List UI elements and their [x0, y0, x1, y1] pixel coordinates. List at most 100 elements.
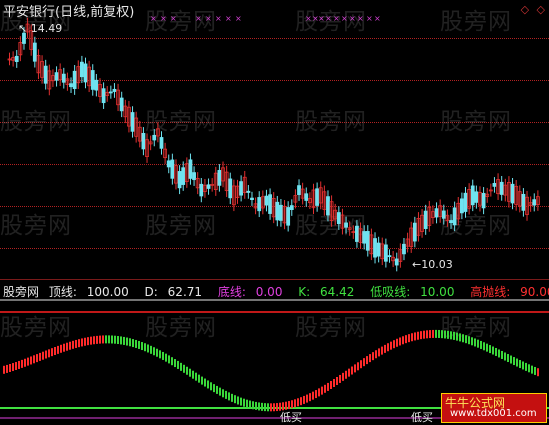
candle-body	[177, 171, 182, 189]
candle-body	[112, 88, 117, 92]
candle-body	[152, 134, 157, 141]
candle-body	[166, 160, 171, 168]
signal-marker: ×	[160, 14, 167, 23]
candle-body	[268, 194, 272, 214]
site-logo: 牛牛公式网 www.tdx001.com	[441, 393, 547, 423]
candle-body	[423, 210, 428, 229]
candle-body	[499, 181, 504, 195]
candle-body	[434, 208, 439, 218]
price-and-indicator-chart[interactable]: × × × × × × × × × × × × × × × × × ×	[0, 0, 549, 425]
signal-marker: ×	[366, 14, 373, 23]
candle-body	[474, 191, 479, 203]
candle-body	[304, 193, 309, 201]
candle-body	[257, 197, 262, 212]
candle-body	[452, 207, 457, 226]
candle-body	[130, 112, 135, 132]
candle-body	[61, 73, 66, 83]
signal-marker: ×	[195, 14, 202, 23]
signal-marker: ×	[333, 14, 340, 23]
candle-body	[297, 185, 301, 196]
signal-marker: ×	[374, 14, 381, 23]
candle-body	[449, 220, 453, 224]
signal-label: 低买	[411, 411, 433, 424]
candle-body	[326, 196, 330, 216]
candle-body	[250, 197, 254, 201]
indicator-name: 股旁网	[3, 285, 40, 299]
candle-body	[373, 238, 377, 258]
candle-body	[170, 159, 175, 179]
candle-body	[72, 70, 77, 89]
signal-marker: ×	[205, 14, 212, 23]
candle-body	[387, 255, 392, 258]
candle-body	[141, 132, 146, 150]
candle-body	[32, 42, 37, 62]
candle-body	[355, 225, 359, 242]
bottom-line-value: 底线: 0.00	[217, 285, 283, 299]
candle-body	[412, 222, 417, 242]
candle-body	[365, 231, 370, 251]
signal-marker: ×	[225, 14, 232, 23]
candle-body	[286, 207, 291, 226]
candle-body	[279, 204, 283, 221]
candle-body	[108, 91, 113, 94]
candle-body	[119, 97, 124, 112]
candle-body	[315, 188, 320, 206]
candle-body	[228, 178, 233, 199]
candle-body	[510, 183, 515, 204]
signal-marker: ×	[305, 14, 312, 23]
candle-body	[94, 79, 99, 91]
candle-body	[289, 205, 294, 211]
signal-marker: ×	[318, 14, 325, 23]
candle-body	[521, 193, 526, 211]
candle-body	[83, 63, 88, 83]
candle-body	[470, 185, 475, 206]
candle-body	[264, 195, 269, 206]
signal-marker: ×	[341, 14, 348, 23]
k-value: K: 64.42	[298, 285, 355, 299]
low-price-label: ←10.03	[412, 258, 453, 271]
signal-label: 低买	[280, 411, 302, 424]
candle-body	[188, 159, 193, 179]
candle-body	[532, 199, 537, 206]
candle-body	[69, 83, 73, 88]
candle-body	[159, 137, 164, 149]
candle-body	[14, 55, 19, 62]
candle-body	[383, 244, 388, 262]
candle-body	[394, 258, 399, 266]
candle-body	[402, 243, 406, 255]
candle-body	[492, 182, 497, 187]
candle-body	[181, 167, 186, 185]
candle-body	[376, 242, 381, 257]
top-line-value: 顶线: 100.00	[48, 285, 129, 299]
high-price-label: ↖ 14.49	[18, 22, 63, 35]
indicator-bar: 股旁网 顶线: 100.00 D: 62.71 底线: 0.00 K: 64.4…	[3, 283, 549, 300]
candle-body	[43, 65, 48, 84]
signal-marker: ×	[357, 14, 364, 23]
candle-body	[344, 222, 348, 228]
candle-body	[362, 231, 367, 244]
low-buy-line-value: 低吸线: 10.00	[370, 285, 455, 299]
candle-body	[90, 70, 95, 90]
d-value: D: 62.71	[144, 285, 203, 299]
candle-body	[54, 72, 59, 81]
candle-body	[459, 198, 464, 214]
candle-body	[199, 183, 204, 197]
signal-marker: ×	[150, 14, 157, 23]
candle-body	[206, 184, 211, 189]
candle-body	[246, 190, 251, 193]
candle-body	[481, 192, 486, 209]
candle-body	[463, 192, 468, 212]
signal-marker: ×	[235, 14, 242, 23]
candle-body	[239, 181, 244, 196]
high-sell-line-value: 高抛线: 90.00	[470, 285, 549, 299]
candle-body	[79, 61, 84, 78]
candle-body	[217, 170, 222, 186]
candle-body	[101, 88, 106, 104]
candle-body	[192, 172, 196, 181]
signal-marker: ×	[170, 14, 177, 23]
signal-marker: ×	[215, 14, 222, 23]
candle-body	[336, 212, 341, 225]
logo-url: www.tdx001.com	[450, 408, 537, 419]
signal-marker: ×	[325, 14, 332, 23]
signal-marker: ×	[349, 14, 356, 23]
